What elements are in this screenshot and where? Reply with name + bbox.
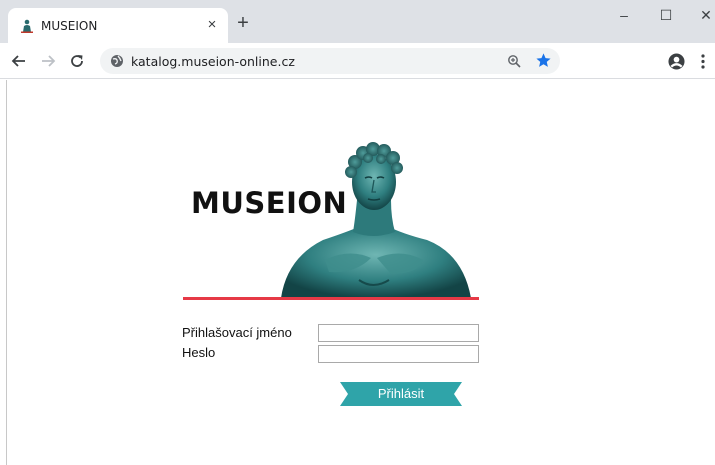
logo-underline [183,297,479,300]
page-viewport: MUSEION Přihlašovací jméno Heslo Přihlás… [0,80,715,465]
window-close-button[interactable]: ✕ [691,6,715,24]
globe-icon[interactable] [110,54,124,68]
zoom-icon[interactable] [507,54,521,68]
url-text[interactable]: katalog.museion-online.cz [131,54,295,69]
tab-close-icon[interactable]: × [204,16,220,34]
browser-tab[interactable]: MUSEION × [8,8,228,43]
account-icon[interactable] [668,53,685,70]
username-input[interactable] [318,324,479,342]
browser-toolbar: katalog.museion-online.cz [0,43,715,79]
window-maximize-button[interactable]: ☐ [651,6,681,24]
arrow-left-icon [11,55,25,67]
window-minimize-button[interactable]: – [609,6,639,24]
reload-button[interactable] [66,50,88,72]
back-button[interactable] [8,50,30,72]
new-tab-button[interactable]: + [234,13,252,33]
museion-statue-icon [21,19,33,33]
username-label: Přihlašovací jméno [182,325,292,340]
login-button[interactable]: Přihlásit [340,382,462,406]
kebab-menu-icon[interactable] [700,53,706,70]
statue-bust-image [281,142,471,298]
password-label: Heslo [182,345,216,360]
tab-title: MUSEION [41,19,98,33]
reload-icon [71,55,83,67]
address-bar[interactable]: katalog.museion-online.cz [100,48,560,74]
arrow-right-icon [42,55,56,67]
forward-button[interactable] [37,50,59,72]
star-icon[interactable] [535,52,552,69]
museion-logo: MUSEION [183,140,479,300]
tab-strip: MUSEION × + – ☐ ✕ [0,0,715,43]
login-button-label: Přihlásit [377,386,425,401]
password-input[interactable] [318,345,479,363]
page-left-border [6,80,7,465]
